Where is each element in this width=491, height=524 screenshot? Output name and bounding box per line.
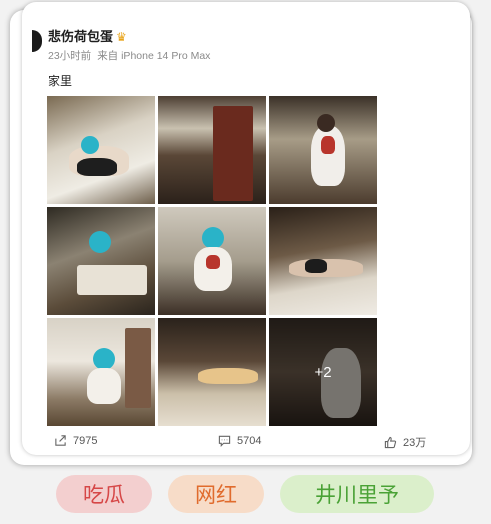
photo-5[interactable] bbox=[158, 207, 266, 315]
share-icon bbox=[55, 435, 66, 446]
photo-8[interactable] bbox=[158, 318, 266, 426]
comment-button[interactable]: 5704 bbox=[218, 434, 261, 447]
photo-4[interactable] bbox=[47, 207, 155, 315]
like-button[interactable]: 23万 bbox=[384, 434, 426, 450]
photo-6[interactable] bbox=[269, 207, 377, 315]
post-text: 家里 bbox=[48, 74, 73, 88]
action-bar: 7975 5704 23万 bbox=[22, 434, 470, 454]
photo-1[interactable] bbox=[47, 96, 155, 204]
photo-7[interactable] bbox=[47, 318, 155, 426]
photo-9-more[interactable]: +2 bbox=[269, 318, 377, 426]
thumbs-up-icon bbox=[384, 436, 397, 448]
photo-grid: +2 bbox=[47, 96, 377, 426]
tag-wanghong[interactable]: 网红 bbox=[168, 475, 264, 513]
username[interactable]: 悲伤荷包蛋 ♛ bbox=[48, 26, 127, 45]
photo-3[interactable] bbox=[269, 96, 377, 204]
repost-button[interactable]: 7975 bbox=[54, 434, 97, 447]
more-photos-count: +2 bbox=[269, 318, 377, 426]
like-count: 23万 bbox=[403, 437, 427, 449]
comment-count: 5704 bbox=[237, 434, 262, 447]
post-source: 来自 iPhone 14 Pro Max bbox=[97, 50, 211, 62]
tag-chigua[interactable]: 吃瓜 bbox=[56, 475, 152, 513]
username-text[interactable]: 悲伤荷包蛋 bbox=[48, 29, 113, 44]
weibo-post-card: 悲伤荷包蛋 ♛ 23小时前 来自 iPhone 14 Pro Max 家里 +2… bbox=[22, 2, 470, 455]
post-time: 23小时前 bbox=[48, 50, 92, 62]
avatar[interactable] bbox=[32, 30, 42, 52]
repost-count: 7975 bbox=[73, 434, 98, 447]
tag-jingchuan-liyu[interactable]: 井川里予 bbox=[280, 475, 434, 513]
comment-icon bbox=[218, 435, 231, 447]
post-meta: 23小时前 来自 iPhone 14 Pro Max bbox=[48, 48, 210, 63]
photo-2[interactable] bbox=[158, 96, 266, 204]
crown-icon: ♛ bbox=[116, 30, 127, 44]
